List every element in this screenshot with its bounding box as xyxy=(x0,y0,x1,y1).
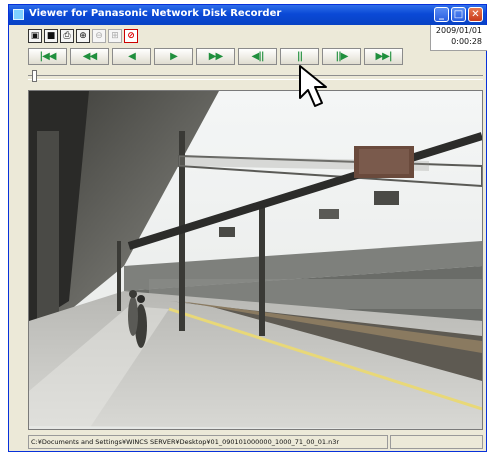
skip-to-start-button[interactable]: |◀◀ xyxy=(28,48,67,65)
skip-to-end-button[interactable]: ▶▶| xyxy=(364,48,403,65)
file-path: C:¥Documents and Settings¥WINCS SERVER¥D… xyxy=(28,435,388,449)
zoom-out-button[interactable]: ⊖ xyxy=(92,29,106,43)
print-icon: ⎙ xyxy=(63,31,71,41)
multi-screen-button[interactable]: ⊞ xyxy=(108,29,122,43)
maximize-button[interactable]: □ xyxy=(451,7,466,22)
title-bar[interactable]: Viewer for Panasonic Network Disk Record… xyxy=(9,5,486,25)
status-panel xyxy=(390,435,483,449)
zoom-in-icon: ⊕ xyxy=(79,31,87,41)
viewer-window: Viewer for Panasonic Network Disk Record… xyxy=(8,4,487,452)
fast-reverse-icon: ◀◀ xyxy=(82,51,97,62)
timeline-slider-track[interactable] xyxy=(28,75,483,80)
minimize-icon: _ xyxy=(439,9,444,20)
close-button[interactable]: ✕ xyxy=(468,7,483,22)
timeline-slider-thumb[interactable] xyxy=(32,70,37,82)
play-icon: ▶ xyxy=(170,51,178,62)
pause-button[interactable]: || xyxy=(280,48,319,65)
reverse-play-button[interactable]: ◀ xyxy=(112,48,151,65)
frame-back-icon: ◀|| xyxy=(251,51,265,62)
save-button[interactable]: ■ xyxy=(44,29,58,43)
skip-to-start-icon: |◀◀ xyxy=(39,51,56,62)
close-icon: ✕ xyxy=(471,9,480,20)
mouse-cursor-icon xyxy=(299,65,327,107)
reverse-play-icon: ◀ xyxy=(128,51,136,62)
fast-reverse-button[interactable]: ◀◀ xyxy=(70,48,109,65)
zoom-in-button[interactable]: ⊕ xyxy=(76,29,90,43)
pause-icon: || xyxy=(296,51,303,62)
status-bar: C:¥Documents and Settings¥WINCS SERVER¥D… xyxy=(28,435,485,449)
maximize-icon: □ xyxy=(453,9,464,20)
recording-date: 2009/01/01 xyxy=(435,26,482,35)
camera-image xyxy=(29,91,482,429)
minimize-button[interactable]: _ xyxy=(434,7,449,22)
stop-icon: ⊘ xyxy=(127,31,135,41)
app-icon xyxy=(13,9,24,20)
save-snapshot-icon: ▣ xyxy=(30,31,40,41)
frame-forward-icon: ||▶ xyxy=(335,51,349,62)
save-snapshot-button[interactable]: ▣ xyxy=(28,29,42,43)
save-icon: ■ xyxy=(46,31,56,41)
skip-to-end-icon: ▶▶| xyxy=(375,51,392,62)
window-title: Viewer for Panasonic Network Disk Record… xyxy=(29,8,282,19)
frame-forward-button[interactable]: ||▶ xyxy=(322,48,361,65)
fast-forward-icon: ▶▶ xyxy=(208,51,223,62)
stop-button[interactable]: ⊘ xyxy=(124,29,138,43)
fast-forward-button[interactable]: ▶▶ xyxy=(196,48,235,65)
recording-datetime: 2009/01/01 0:00:28 xyxy=(430,25,487,51)
print-button[interactable]: ⎙ xyxy=(60,29,74,43)
play-button[interactable]: ▶ xyxy=(154,48,193,65)
frame-back-button[interactable]: ◀|| xyxy=(238,48,277,65)
zoom-out-icon: ⊖ xyxy=(95,31,103,41)
recording-time: 0:00:28 xyxy=(451,37,482,46)
video-display[interactable] xyxy=(28,90,483,430)
multi-screen-icon: ⊞ xyxy=(111,31,119,41)
